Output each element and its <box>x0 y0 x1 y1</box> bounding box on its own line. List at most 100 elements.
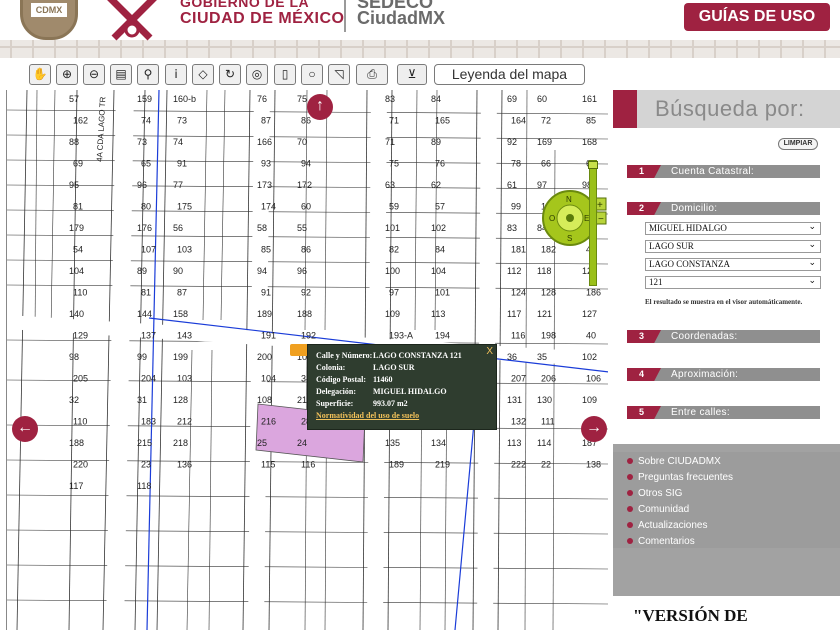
lot-number: 130 <box>537 395 552 405</box>
zoom-slider-knob[interactable] <box>588 161 598 169</box>
lot-number: 106 <box>586 374 601 384</box>
compass-control[interactable]: N S E O + − <box>540 188 608 246</box>
guides-button[interactable]: GUÍAS DE USO <box>684 3 830 31</box>
link-actualizaciones[interactable]: Actualizaciones <box>627 520 707 531</box>
section-cuenta-catastral[interactable]: 1 Cuenta Catastral: <box>627 165 820 178</box>
chevron-down-icon: ⌄ <box>808 240 816 250</box>
lot-number: 98 <box>69 352 79 362</box>
lot-number: 173 <box>257 180 272 190</box>
section-coordenadas[interactable]: 3 Coordenadas: <box>627 330 820 343</box>
extent-icon[interactable]: ▤ <box>110 64 132 85</box>
land-use-link[interactable]: Normatividad del uso de suelo <box>316 411 488 420</box>
lot-number: 169 <box>537 137 552 147</box>
lot-number: 206 <box>541 374 556 384</box>
zoom-out-icon[interactable]: ⊖ <box>83 64 105 85</box>
lot-number: 108 <box>257 395 272 405</box>
lot-number: 89 <box>431 137 441 147</box>
refresh-icon[interactable]: ↻ <box>219 64 241 85</box>
lot-number: 88 <box>69 137 79 147</box>
zoom-slider[interactable] <box>588 160 598 286</box>
select-numero[interactable]: 121 ⌄ <box>645 276 821 289</box>
lot-number: 81 <box>73 202 83 212</box>
lot-number: 144 <box>137 309 152 319</box>
select-area-icon[interactable]: ◹ <box>328 64 350 85</box>
lot-number: 94 <box>257 266 267 276</box>
pan-right-arrow-icon[interactable]: → <box>581 416 607 442</box>
lot-number: 85 <box>261 245 271 255</box>
lot-number: 100 <box>385 266 400 276</box>
panel-header: Búsqueda por: <box>613 90 840 128</box>
lot-number: 56 <box>173 223 183 233</box>
shield-text: CDMX <box>31 3 67 17</box>
lot-number: 166 <box>257 137 272 147</box>
svg-text:−: − <box>598 214 604 225</box>
lot-number: 104 <box>261 374 276 384</box>
lot-number: 99 <box>511 202 521 212</box>
pan-up-arrow-icon[interactable]: ↑ <box>307 94 333 120</box>
lot-number: 69 <box>73 159 83 169</box>
popup-close-icon[interactable]: X <box>486 346 493 357</box>
lot-number: 110 <box>73 417 87 427</box>
link-otros-sig[interactable]: Otros SIG <box>627 488 682 499</box>
chevron-down-icon: ⌄ <box>808 276 816 286</box>
lot-number: 165 <box>435 116 450 126</box>
gov-line-1: GOBIERNO DE LA <box>180 0 310 10</box>
title-accent <box>613 90 637 128</box>
lot-number: 104 <box>69 266 84 276</box>
lot-number: 179 <box>69 223 84 233</box>
link-preguntas-frecuentes[interactable]: Preguntas frecuentes <box>627 472 733 483</box>
header-divider <box>344 0 346 32</box>
lot-number: 96 <box>297 266 307 276</box>
lot-number: 193-A <box>389 331 413 341</box>
pan-icon[interactable]: ✋ <box>29 64 51 85</box>
lot-number: 158 <box>173 309 188 319</box>
lot-number: 172 <box>297 180 312 190</box>
eraser-icon[interactable]: ◇ <box>192 64 214 85</box>
gov-line-2: CIUDAD DE MÉXICO <box>180 10 345 27</box>
lot-number: 189 <box>389 460 404 470</box>
select-calle[interactable]: LAGO CONSTANZA ⌄ <box>645 258 821 271</box>
link-sobre-ciudadmx[interactable]: Sobre CIUDADMX <box>627 456 721 467</box>
lot-number: 113 <box>507 438 521 448</box>
section-aproximacion[interactable]: 4 Aproximación: <box>627 368 820 381</box>
legend-button[interactable]: Leyenda del mapa <box>434 64 585 85</box>
zoom-in-icon[interactable]: ⊕ <box>56 64 78 85</box>
lot-number: 86 <box>301 245 311 255</box>
lot-number: 25 <box>257 438 267 448</box>
lasso-icon[interactable]: ○ <box>301 64 323 85</box>
lot-number: 80 <box>141 202 151 212</box>
section-domicilio[interactable]: 2 Domicilio: <box>627 202 820 215</box>
map-toolbar: ✋ ⊕ ⊖ ▤ ⚲ ⅰ ◇ ↻ ◎ ▯ ○ ◹ ⎙ ⊻ Leyenda del … <box>0 58 840 90</box>
lot-number: 182 <box>541 245 556 255</box>
lot-number: 116 <box>511 331 525 341</box>
select-colonia[interactable]: LAGO SUR ⌄ <box>645 240 821 253</box>
walk-icon[interactable]: ⚲ <box>137 64 159 85</box>
print-icon[interactable]: ⎙ <box>356 64 388 85</box>
link-comunidad[interactable]: Comunidad <box>627 504 689 515</box>
lot-number: 71 <box>389 116 399 126</box>
lot-number: 137 <box>141 331 156 341</box>
clear-button[interactable]: LIMPIAR <box>778 138 818 150</box>
bookmark-icon[interactable]: ▯ <box>274 64 296 85</box>
link-comentarios[interactable]: Comentarios <box>627 536 695 547</box>
lot-number: 128 <box>541 288 556 298</box>
lot-number: 87 <box>261 116 271 126</box>
compass-o: O <box>549 214 555 223</box>
target-icon[interactable]: ◎ <box>246 64 268 85</box>
lot-number: 138 <box>586 460 601 470</box>
lot-number: 207 <box>511 374 526 384</box>
info-icon[interactable]: ⅰ <box>165 64 187 85</box>
pan-left-arrow-icon[interactable]: ← <box>12 416 38 442</box>
lot-number: 104 <box>431 266 446 276</box>
lot-number: 174 <box>261 202 276 212</box>
lot-number: 103 <box>177 374 192 384</box>
lot-number: 101 <box>435 288 450 298</box>
lot-number: 188 <box>297 309 312 319</box>
download-icon[interactable]: ⊻ <box>397 64 427 85</box>
lot-number: 219 <box>435 460 450 470</box>
panel-title: Búsqueda por: <box>655 96 805 121</box>
section-entre-calles[interactable]: 5 Entre calles: <box>627 406 820 419</box>
select-delegacion[interactable]: MIGUEL HIDALGO ⌄ <box>645 222 821 235</box>
lot-number: 218 <box>173 438 188 448</box>
ciudadmx-label: CiudadMX <box>357 8 445 28</box>
